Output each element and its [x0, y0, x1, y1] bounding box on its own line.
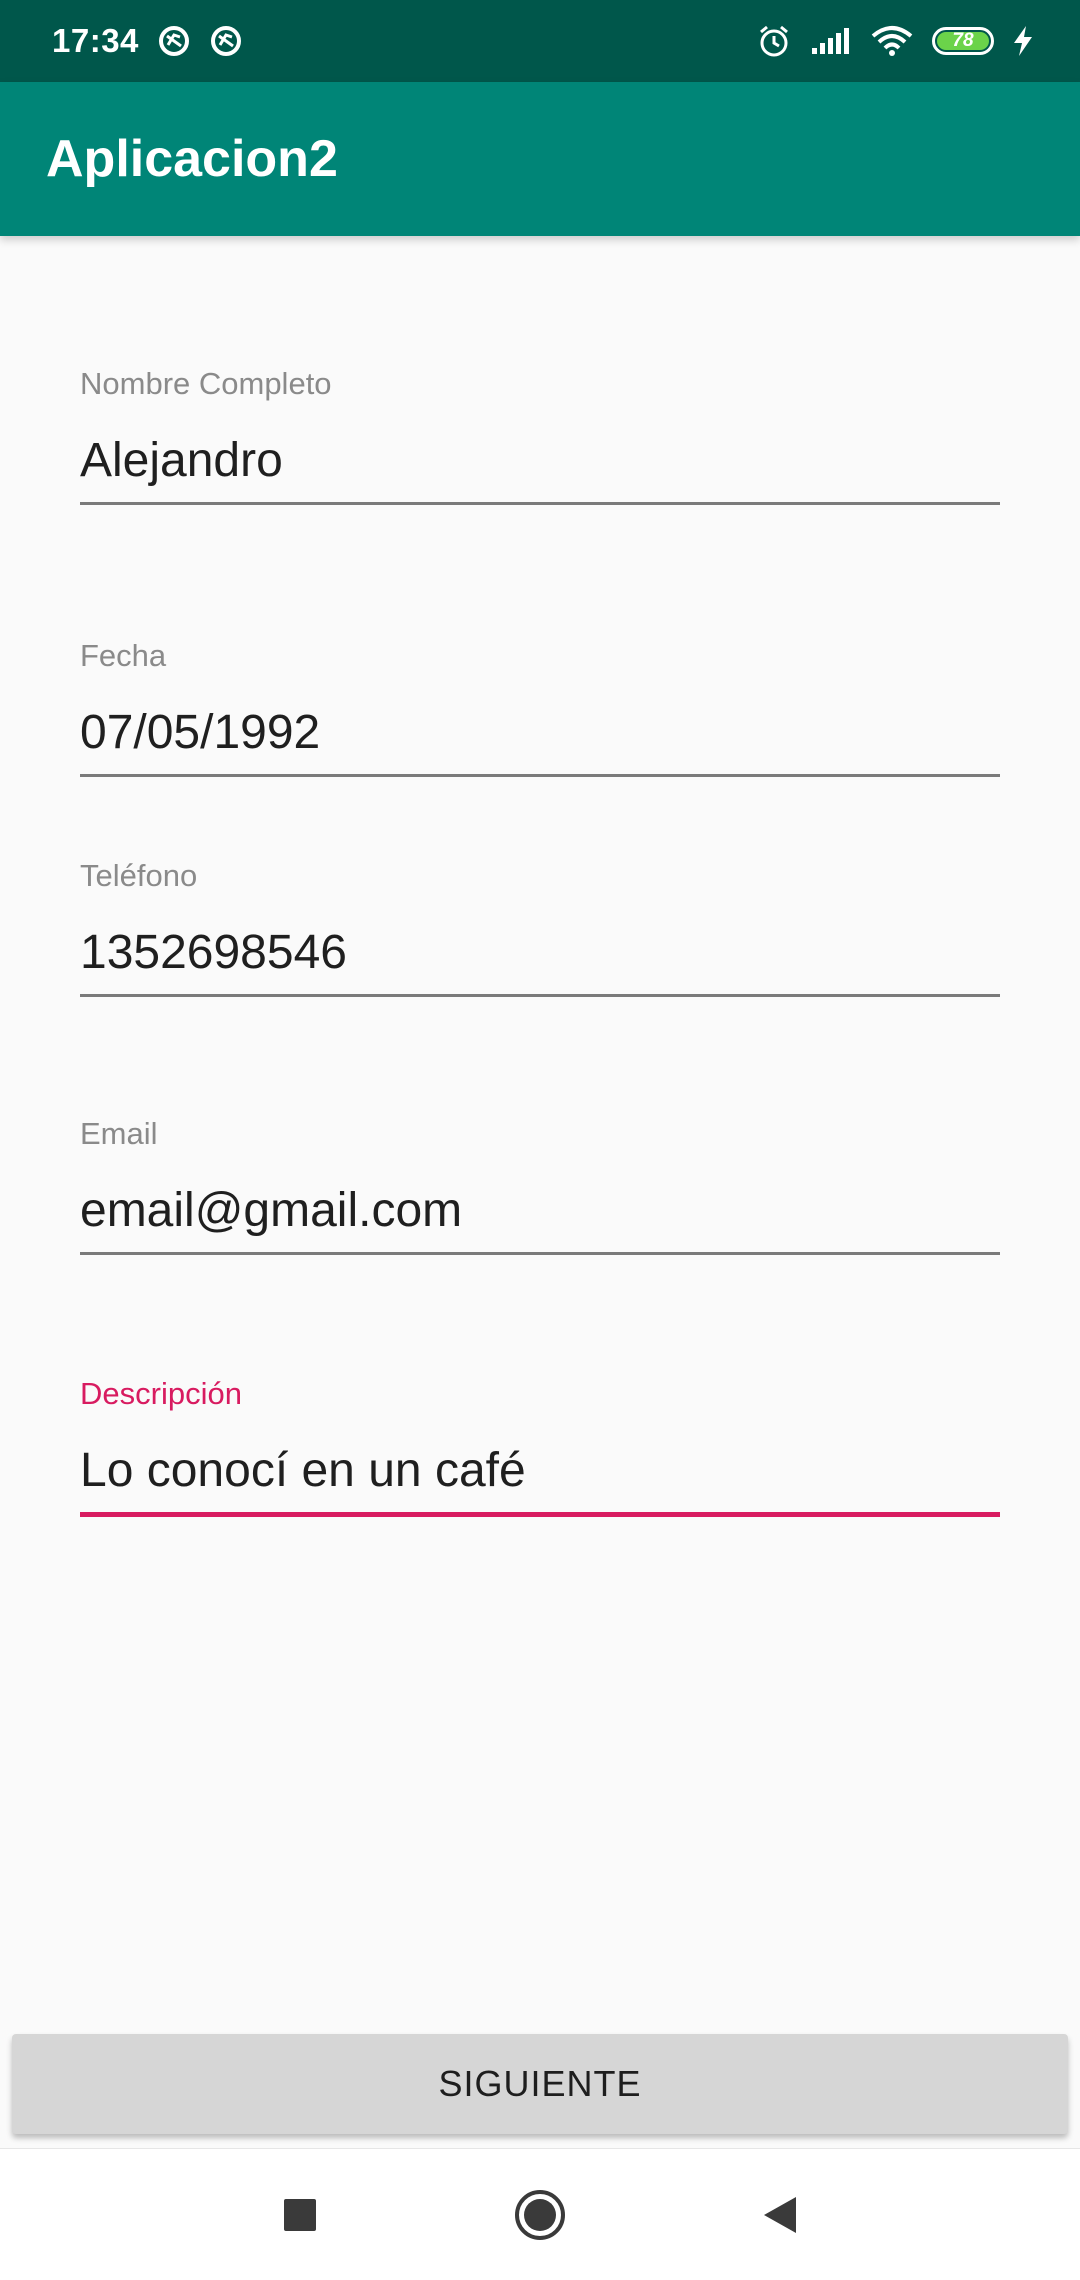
field-label: Email [80, 1116, 158, 1151]
field-underline [80, 1252, 1000, 1255]
description-input[interactable] [80, 1442, 1000, 1498]
battery-icon: 78 [932, 27, 994, 55]
phone-field[interactable]: Teléfono [80, 858, 1000, 997]
description-field[interactable]: Descripción [80, 1376, 1000, 1517]
date-input[interactable] [80, 704, 1000, 760]
recents-square-icon[interactable] [265, 2180, 335, 2250]
app-title: Aplicacion2 [46, 130, 338, 188]
status-right: 78 [756, 23, 1034, 59]
charging-icon [1012, 25, 1034, 57]
status-time: 17:34 [52, 22, 139, 59]
battery-level: 78 [937, 30, 989, 51]
back-triangle-icon[interactable] [745, 2180, 815, 2250]
date-field[interactable]: Fecha [80, 638, 1000, 777]
sync-icon [157, 24, 191, 58]
sync-icon [209, 24, 243, 58]
field-label: Teléfono [80, 858, 198, 893]
field-label: Descripción [80, 1376, 242, 1411]
status-left: 17:34 [52, 22, 243, 60]
field-underline [80, 994, 1000, 997]
field-label: Fecha [80, 638, 167, 673]
full-name-input[interactable] [80, 432, 1000, 488]
phone-input[interactable] [80, 924, 1000, 980]
email-field[interactable]: Email [80, 1116, 1000, 1255]
navigation-bar [0, 2148, 1080, 2280]
signal-icon [810, 26, 852, 56]
app-bar: Aplicacion2 [0, 82, 1080, 236]
field-underline [80, 502, 1000, 505]
wifi-icon [870, 24, 914, 58]
field-label: Nombre Completo [80, 366, 332, 401]
status-bar: 17:34 78 [0, 0, 1080, 82]
next-button[interactable]: SIGUIENTE [12, 2034, 1068, 2134]
home-circle-icon[interactable] [505, 2180, 575, 2250]
field-underline [80, 1512, 1000, 1517]
full-name-field[interactable]: Nombre Completo [80, 366, 1000, 505]
field-underline [80, 774, 1000, 777]
email-input[interactable] [80, 1182, 1000, 1238]
screen: 17:34 78 Aplicacion2 Nombre Completo Ale… [0, 0, 1080, 2280]
alarm-icon [756, 23, 792, 59]
